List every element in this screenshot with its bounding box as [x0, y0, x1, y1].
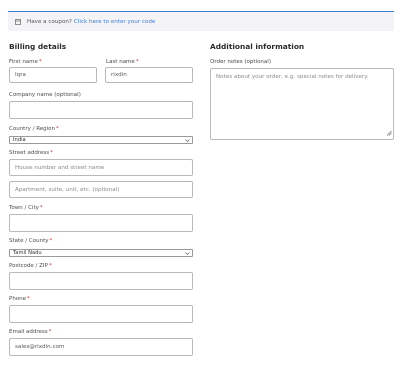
town-field[interactable] — [9, 214, 193, 232]
order-notes-label: Order notes (optional) — [210, 59, 271, 65]
street-line2-input[interactable]: Apartment, suite, unit, etc. (optional) — [9, 181, 193, 198]
chevron-down-icon — [185, 250, 190, 256]
coupon-notice: Have a coupon? Click here to enter your … — [8, 11, 394, 31]
state-label: State / County* — [9, 238, 53, 244]
first-name-label: First name* — [9, 59, 42, 65]
billing-title: Billing details — [9, 42, 67, 51]
country-select[interactable]: India — [9, 136, 193, 144]
coupon-link[interactable]: Click here to enter your code — [74, 19, 155, 25]
company-field[interactable] — [9, 101, 193, 119]
coupon-icon — [15, 18, 21, 25]
town-label: Town / City* — [9, 205, 43, 211]
last-name-field[interactable]: rixdin — [105, 67, 193, 83]
phone-label: Phone* — [9, 296, 30, 302]
resize-handle-icon[interactable] — [386, 130, 392, 138]
postcode-label: Postcode / ZIP* — [9, 263, 52, 269]
first-name-field[interactable]: Iqra — [9, 67, 97, 83]
phone-field[interactable] — [9, 305, 193, 323]
email-label: Email address* — [9, 329, 52, 335]
state-selected: Tamil Nadu — [13, 250, 42, 256]
coupon-text: Have a coupon? — [27, 18, 72, 25]
postcode-field[interactable] — [9, 272, 193, 290]
street-label: Street address* — [9, 150, 53, 156]
company-label: Company name (optional) — [9, 92, 81, 98]
order-notes-textarea[interactable]: Notes about your order, e.g. special not… — [210, 68, 394, 140]
additional-title: Additional information — [210, 42, 305, 51]
last-name-label: Last name* — [106, 59, 139, 65]
chevron-down-icon — [185, 137, 190, 143]
email-field[interactable]: sales@rixdin.com — [9, 338, 193, 356]
state-select[interactable]: Tamil Nadu — [9, 249, 193, 257]
order-notes-placeholder: Notes about your order, e.g. special not… — [216, 74, 369, 80]
country-label: Country / Region* — [9, 126, 59, 132]
street-line1-input[interactable]: House number and street name — [9, 159, 193, 176]
country-selected: India — [13, 137, 26, 143]
